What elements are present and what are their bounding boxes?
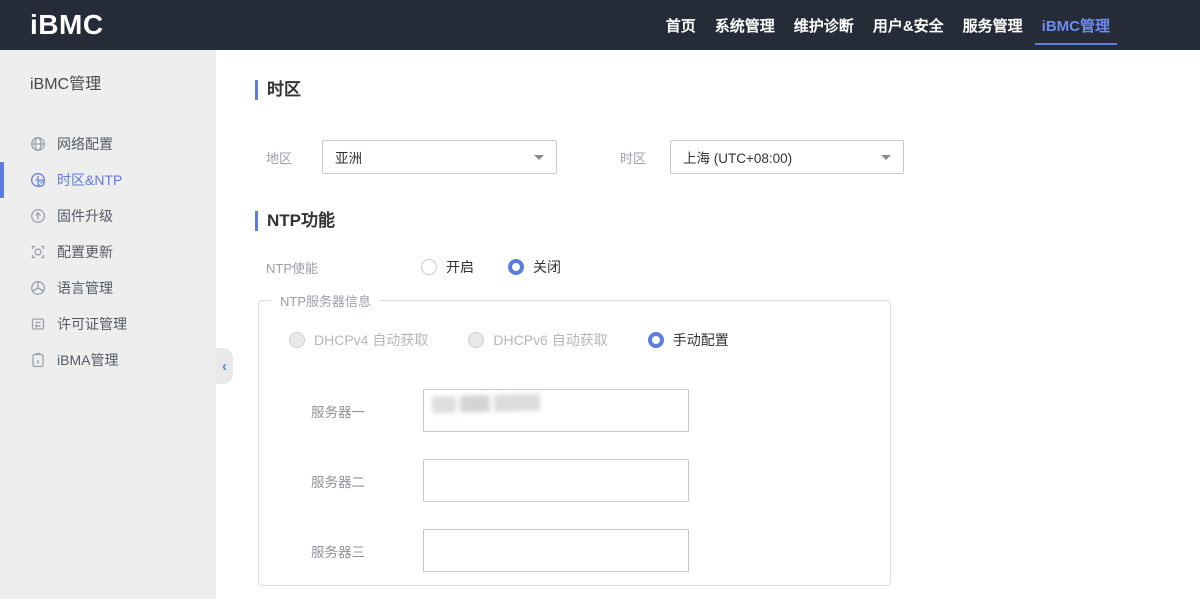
- sidebar-collapse-button[interactable]: ‹: [216, 348, 233, 384]
- region-label: 地区: [266, 148, 322, 167]
- radio-disabled-icon: [289, 332, 305, 348]
- manual-config-option[interactable]: 手动配置: [648, 330, 729, 350]
- main-content: 时区 地区 亚洲 时区 上海 (UTC+08:00) NTP功能 NTP使能: [216, 50, 1200, 599]
- chevron-down-icon: [881, 155, 891, 160]
- network-icon: [30, 136, 46, 152]
- region-select[interactable]: 亚洲: [322, 140, 557, 174]
- sidebar-item-label: iBMA管理: [57, 350, 118, 370]
- server-three-row: 服务器三: [311, 529, 890, 572]
- sidebar-item-config-update[interactable]: 配置更新: [0, 234, 216, 270]
- timezone-select[interactable]: 上海 (UTC+08:00): [670, 140, 904, 174]
- radio-checked-icon[interactable]: [648, 332, 664, 348]
- dhcpv4-auto-label: DHCPv4 自动获取: [314, 330, 428, 350]
- chevron-down-icon: [534, 155, 544, 160]
- ntp-server-info-group: NTP服务器信息 DHCPv4 自动获取 DHCPv6 自动获取 手动配置: [258, 291, 891, 586]
- ntp-section-title: NTP功能: [255, 211, 1200, 231]
- server-three-input-wrap: [423, 529, 689, 572]
- radio-disabled-icon: [468, 332, 484, 348]
- sidebar-item-label: 时区&NTP: [57, 170, 122, 190]
- ibmc-app: iBMC 首页 系统管理 维护诊断 用户&安全 服务管理 iBMC管理 iBMC…: [0, 0, 1200, 599]
- server-two-input-wrap: [423, 459, 689, 502]
- nav-item-user-security[interactable]: 用户&安全: [873, 0, 944, 50]
- sidebar-title: iBMC管理: [0, 74, 216, 96]
- top-header-bar: iBMC 首页 系统管理 维护诊断 用户&安全 服务管理 iBMC管理: [0, 0, 1200, 50]
- sidebar-item-label: 配置更新: [57, 242, 113, 262]
- sidebar-item-firmware-upgrade[interactable]: 固件升级: [0, 198, 216, 234]
- timezone-form-row: 地区 亚洲 时区 上海 (UTC+08:00): [255, 140, 1200, 174]
- server-one-label: 服务器一: [311, 401, 423, 421]
- server-two-label: 服务器二: [311, 471, 423, 491]
- ntp-server-mode-row: DHCPv4 自动获取 DHCPv6 自动获取 手动配置: [289, 330, 890, 350]
- top-navigation: 首页 系统管理 维护诊断 用户&安全 服务管理 iBMC管理: [666, 0, 1110, 50]
- radio-checked-icon[interactable]: [508, 259, 524, 275]
- sidebar-item-label: 语言管理: [57, 278, 113, 298]
- timezone-select-value: 上海 (UTC+08:00): [683, 147, 792, 167]
- nav-item-ibmc-management[interactable]: iBMC管理: [1042, 0, 1110, 50]
- language-icon: [30, 280, 46, 296]
- manual-config-label: 手动配置: [673, 330, 729, 350]
- sidebar-item-language-management[interactable]: 语言管理: [0, 270, 216, 306]
- server-one-input-wrap: [423, 389, 689, 432]
- timezone-section-title: 时区: [255, 80, 1200, 100]
- ibma-clipboard-icon: [30, 352, 46, 368]
- sidebar-item-ibma-management[interactable]: iBMA管理: [0, 342, 216, 378]
- chevron-left-icon: ‹: [222, 358, 227, 375]
- ntp-server-info-legend: NTP服务器信息: [271, 291, 380, 310]
- dhcpv6-auto-label: DHCPv6 自动获取: [493, 330, 607, 350]
- server-one-row: 服务器一: [311, 389, 890, 432]
- timezone-label: 时区: [620, 148, 670, 167]
- ntp-enable-on-label: 开启: [446, 257, 474, 277]
- nav-item-service-management[interactable]: 服务管理: [963, 0, 1023, 50]
- config-update-icon: [30, 244, 46, 260]
- license-icon: [30, 316, 46, 332]
- sidebar-item-label: 网络配置: [57, 134, 113, 154]
- sidebar-item-network-config[interactable]: 网络配置: [0, 126, 216, 162]
- ntp-enable-row: NTP使能 开启 关闭: [255, 257, 1200, 277]
- server-two-input[interactable]: [424, 460, 688, 501]
- nav-item-home[interactable]: 首页: [666, 0, 696, 50]
- sidebar-item-license-management[interactable]: 许可证管理: [0, 306, 216, 342]
- server-two-row: 服务器二: [311, 459, 890, 502]
- dhcpv4-auto-option: DHCPv4 自动获取: [289, 330, 428, 350]
- nav-item-maintenance-diagnosis[interactable]: 维护诊断: [794, 0, 854, 50]
- server-one-input[interactable]: [424, 390, 688, 431]
- ntp-enable-label: NTP使能: [266, 258, 421, 277]
- server-three-label: 服务器三: [311, 541, 423, 561]
- ntp-enable-off-option[interactable]: 关闭: [508, 257, 561, 277]
- sidebar: iBMC管理 网络配置 时区&NTP 固件升级: [0, 50, 216, 599]
- ntp-enable-on-option[interactable]: 开启: [421, 257, 474, 277]
- ibmc-logo: iBMC: [30, 9, 104, 41]
- sidebar-item-label: 许可证管理: [57, 314, 127, 334]
- firmware-upgrade-icon: [30, 208, 46, 224]
- nav-item-system-management[interactable]: 系统管理: [715, 0, 775, 50]
- sidebar-item-timezone-ntp[interactable]: 时区&NTP: [0, 162, 216, 198]
- region-select-value: 亚洲: [335, 147, 362, 167]
- radio-unchecked-icon[interactable]: [421, 259, 437, 275]
- sidebar-item-label: 固件升级: [57, 206, 113, 226]
- timezone-clock-icon: [30, 172, 46, 188]
- ntp-enable-off-label: 关闭: [533, 257, 561, 277]
- dhcpv6-auto-option: DHCPv6 自动获取: [468, 330, 607, 350]
- server-three-input[interactable]: [424, 530, 688, 571]
